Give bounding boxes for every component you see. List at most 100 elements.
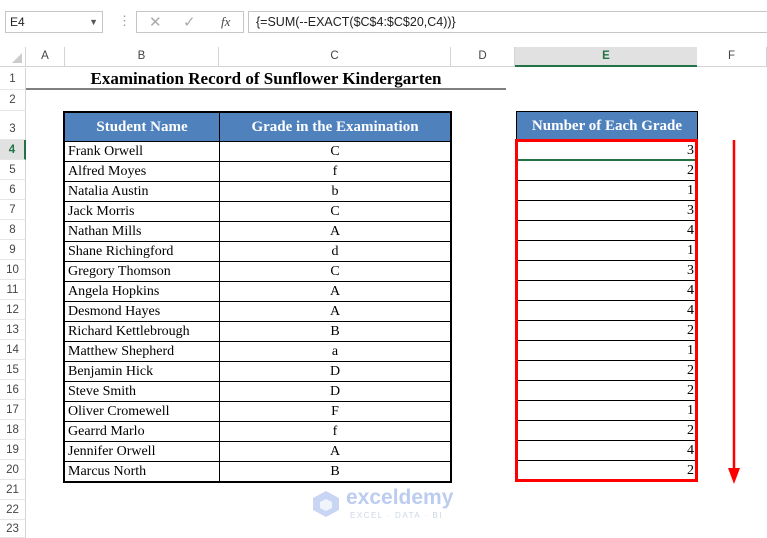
row-header-12[interactable]: 12: [0, 300, 26, 320]
row-header-5[interactable]: 5: [0, 160, 26, 180]
student-name-cell[interactable]: Jack Morris: [63, 201, 220, 222]
column-header-e[interactable]: E: [515, 47, 697, 67]
grade-cell[interactable]: A: [219, 221, 452, 242]
grade-cell[interactable]: F: [219, 401, 452, 422]
row-header-13[interactable]: 13: [0, 320, 26, 340]
grade-cell[interactable]: D: [219, 361, 452, 382]
grade-cell[interactable]: A: [219, 441, 452, 462]
grade-count-cell[interactable]: 4: [516, 440, 698, 461]
student-name-cell[interactable]: Matthew Shepherd: [63, 341, 220, 362]
grade-count-cell[interactable]: 1: [516, 180, 698, 201]
student-name-cell[interactable]: Angela Hopkins: [63, 281, 220, 302]
student-name-cell[interactable]: Frank Orwell: [63, 141, 220, 162]
row-header-22[interactable]: 22: [0, 500, 26, 520]
student-grade-table: Student Name Grade in the Examination Fr…: [63, 111, 452, 483]
row-header-16[interactable]: 16: [0, 380, 26, 400]
chevron-down-icon[interactable]: ▼: [89, 12, 98, 32]
grade-cell[interactable]: C: [219, 201, 452, 222]
grade-count-cell[interactable]: 1: [516, 240, 698, 261]
row-header-7[interactable]: 7: [0, 200, 26, 220]
grade-count-cell[interactable]: 1: [516, 340, 698, 361]
sheet-title: Examination Record of Sunflower Kinderga…: [26, 68, 506, 90]
grade-count-cell[interactable]: 2: [516, 160, 698, 181]
grade-cell[interactable]: C: [219, 261, 452, 282]
column-header-c[interactable]: C: [219, 47, 451, 67]
row-header-11[interactable]: 11: [0, 280, 26, 300]
student-name-cell[interactable]: Steve Smith: [63, 381, 220, 402]
column-header-f[interactable]: F: [697, 47, 767, 67]
student-name-cell[interactable]: Alfred Moyes: [63, 161, 220, 182]
student-name-cell[interactable]: Oliver Cromewell: [63, 401, 220, 422]
row-header-2[interactable]: 2: [0, 90, 26, 111]
row-header-15[interactable]: 15: [0, 360, 26, 380]
row-header-4[interactable]: 4: [0, 140, 26, 160]
grade-count-cell[interactable]: 4: [516, 280, 698, 301]
grade-cell[interactable]: B: [219, 461, 452, 483]
table-row: Benjamin Hick D: [63, 361, 452, 382]
row-header-20[interactable]: 20: [0, 460, 26, 480]
grade-cell[interactable]: f: [219, 161, 452, 182]
grade-cell[interactable]: A: [219, 301, 452, 322]
student-name-cell[interactable]: Marcus North: [63, 461, 220, 483]
table-row: Nathan Mills A: [63, 221, 452, 242]
column-header-d[interactable]: D: [451, 47, 515, 67]
grade-cell[interactable]: d: [219, 241, 452, 262]
grade-cell[interactable]: D: [219, 381, 452, 402]
student-name-cell[interactable]: Nathan Mills: [63, 221, 220, 242]
row-header-14[interactable]: 14: [0, 340, 26, 360]
grade-cell[interactable]: A: [219, 281, 452, 302]
row-header-6[interactable]: 6: [0, 180, 26, 200]
grade-count-cell[interactable]: 3: [516, 260, 698, 281]
table-row: 4: [516, 280, 698, 301]
student-name-cell[interactable]: Natalia Austin: [63, 181, 220, 202]
student-name-cell[interactable]: Richard Kettlebrough: [63, 321, 220, 342]
header-number-of-each-grade[interactable]: Number of Each Grade: [516, 111, 698, 141]
grade-cell[interactable]: b: [219, 181, 452, 202]
grade-cell[interactable]: f: [219, 421, 452, 442]
insert-function-icon[interactable]: fx: [221, 14, 230, 30]
grade-count-cell[interactable]: 4: [516, 300, 698, 321]
row-header-8[interactable]: 8: [0, 220, 26, 240]
check-icon[interactable]: ✓: [183, 13, 196, 31]
grade-count-cell[interactable]: 4: [516, 220, 698, 241]
student-name-cell[interactable]: Desmond Hayes: [63, 301, 220, 322]
grade-count-cell[interactable]: 1: [516, 400, 698, 421]
row-header-17[interactable]: 17: [0, 400, 26, 420]
cancel-icon[interactable]: ✕: [149, 13, 162, 31]
grade-count-cell[interactable]: 3: [516, 140, 698, 161]
column-header-b[interactable]: B: [65, 47, 219, 67]
grade-cell[interactable]: a: [219, 341, 452, 362]
row-header-9[interactable]: 9: [0, 240, 26, 260]
grade-cell[interactable]: B: [219, 321, 452, 342]
student-name-cell[interactable]: Jennifer Orwell: [63, 441, 220, 462]
table-row: Gearrd Marlo f: [63, 421, 452, 442]
table-row: Matthew Shepherd a: [63, 341, 452, 362]
row-header-23[interactable]: 23: [0, 520, 26, 538]
grade-count-cell[interactable]: 2: [516, 380, 698, 401]
student-name-cell[interactable]: Gearrd Marlo: [63, 421, 220, 442]
column-header-a[interactable]: A: [26, 47, 65, 67]
grade-count-cell[interactable]: 3: [516, 200, 698, 221]
grade-count-cell[interactable]: 2: [516, 460, 698, 481]
name-box[interactable]: E4 ▼: [5, 11, 103, 33]
table-row: 4: [516, 220, 698, 241]
grade-count-cell[interactable]: 2: [516, 320, 698, 341]
row-header-1[interactable]: 1: [0, 68, 26, 90]
select-all-button[interactable]: [0, 47, 26, 67]
grade-cell[interactable]: C: [219, 141, 452, 162]
grade-count-cell[interactable]: 2: [516, 420, 698, 441]
formula-input[interactable]: {=SUM(--EXACT($C$4:$C$20,C4))}: [248, 11, 767, 33]
row-header-18[interactable]: 18: [0, 420, 26, 440]
student-name-cell[interactable]: Shane Richingford: [63, 241, 220, 262]
grade-count-cell[interactable]: 2: [516, 360, 698, 381]
header-student-name[interactable]: Student Name: [63, 111, 220, 142]
header-grade[interactable]: Grade in the Examination: [219, 111, 452, 142]
row-header-21[interactable]: 21: [0, 480, 26, 500]
student-name-cell[interactable]: Benjamin Hick: [63, 361, 220, 382]
student-name-cell[interactable]: Gregory Thomson: [63, 261, 220, 282]
row-header-19[interactable]: 19: [0, 440, 26, 460]
row-header-3[interactable]: 3: [0, 111, 26, 140]
row-header-10[interactable]: 10: [0, 260, 26, 280]
table-row: 1: [516, 180, 698, 201]
more-options-icon: ⋮: [118, 13, 131, 28]
